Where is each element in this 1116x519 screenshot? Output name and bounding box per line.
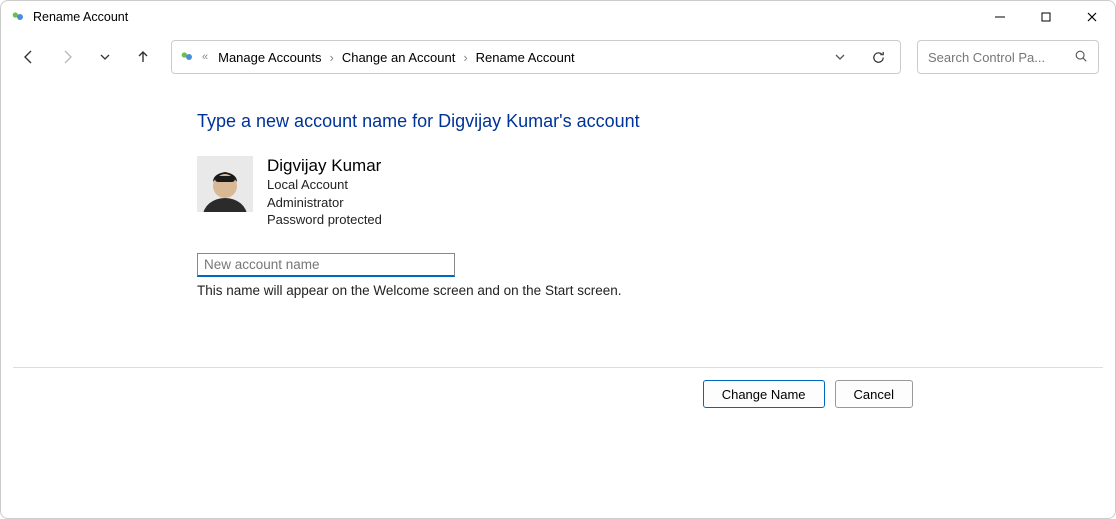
- window-controls: [977, 1, 1115, 32]
- search-icon[interactable]: [1074, 49, 1088, 66]
- titlebar: Rename Account: [1, 1, 1115, 33]
- main-content: Type a new account name for Digvijay Kum…: [1, 81, 1115, 298]
- account-type: Local Account: [267, 176, 382, 194]
- breadcrumb-item[interactable]: Change an Account: [338, 48, 459, 67]
- account-role: Administrator: [267, 194, 382, 212]
- app-icon: [9, 8, 27, 26]
- recent-dropdown-icon[interactable]: [95, 47, 115, 67]
- nav-buttons: [19, 47, 153, 67]
- address-bar[interactable]: « Manage Accounts › Change an Account › …: [171, 40, 901, 74]
- account-protection: Password protected: [267, 211, 382, 229]
- refresh-button[interactable]: [868, 47, 888, 67]
- account-meta: Digvijay Kumar Local Account Administrat…: [267, 156, 382, 229]
- new-account-name-input[interactable]: [197, 253, 455, 277]
- account-name: Digvijay Kumar: [267, 156, 382, 176]
- address-dropdown-icon[interactable]: [830, 47, 850, 67]
- forward-button[interactable]: [57, 47, 77, 67]
- toolbar: « Manage Accounts › Change an Account › …: [1, 33, 1115, 81]
- chevron-right-icon: ›: [329, 50, 333, 65]
- avatar: [197, 156, 253, 212]
- window-title: Rename Account: [33, 10, 128, 24]
- change-name-button[interactable]: Change Name: [703, 380, 825, 408]
- rename-input-row: [197, 253, 1115, 277]
- search-input[interactable]: [928, 50, 1058, 65]
- page-heading: Type a new account name for Digvijay Kum…: [197, 111, 1115, 132]
- chevron-right-icon: ›: [463, 50, 467, 65]
- account-summary: Digvijay Kumar Local Account Administrat…: [197, 156, 1115, 229]
- footer-actions: Change Name Cancel: [13, 367, 1103, 408]
- input-hint: This name will appear on the Welcome scr…: [197, 283, 1115, 298]
- search-box[interactable]: [917, 40, 1099, 74]
- breadcrumb-item[interactable]: Manage Accounts: [214, 48, 325, 67]
- breadcrumb-item[interactable]: Rename Account: [472, 48, 579, 67]
- breadcrumb-overflow-icon[interactable]: «: [200, 51, 210, 63]
- user-accounts-icon: [178, 48, 196, 66]
- back-button[interactable]: [19, 47, 39, 67]
- maximize-button[interactable]: [1023, 1, 1069, 33]
- cancel-button[interactable]: Cancel: [835, 380, 913, 408]
- up-button[interactable]: [133, 47, 153, 67]
- close-button[interactable]: [1069, 1, 1115, 33]
- minimize-button[interactable]: [977, 1, 1023, 33]
